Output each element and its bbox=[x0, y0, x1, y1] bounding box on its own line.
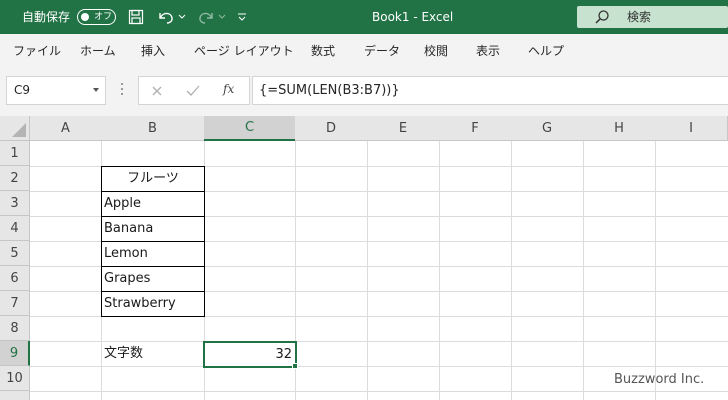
formula-text: {=SUM(LEN(B3:B7))} bbox=[259, 83, 400, 98]
row-header-2[interactable]: 2 bbox=[0, 166, 30, 191]
tab-formulas[interactable]: 数式 bbox=[311, 43, 335, 59]
gridline bbox=[30, 366, 728, 367]
search-placeholder: 検索 bbox=[627, 10, 652, 24]
gridline bbox=[655, 141, 656, 400]
cell-b9[interactable]: 文字数 bbox=[104, 341, 143, 366]
search-icon bbox=[594, 9, 610, 29]
chevron-down-icon[interactable] bbox=[93, 88, 99, 92]
column-header-h[interactable]: H bbox=[583, 116, 656, 141]
column-header-a[interactable]: A bbox=[30, 116, 102, 141]
row-header-8[interactable]: 8 bbox=[0, 316, 30, 341]
row-header-3[interactable]: 3 bbox=[0, 191, 30, 216]
column-header-d[interactable]: D bbox=[295, 116, 368, 141]
watermark: Buzzword Inc. bbox=[614, 372, 705, 387]
save-icon[interactable] bbox=[126, 7, 146, 27]
column-header-i[interactable]: I bbox=[655, 116, 728, 141]
autosave-toggle[interactable]: オフ bbox=[77, 9, 116, 25]
column-header-c[interactable]: C bbox=[204, 116, 296, 141]
row-header-7[interactable]: 7 bbox=[0, 291, 30, 316]
column-header-f[interactable]: F bbox=[439, 116, 512, 141]
row-header-9[interactable]: 9 bbox=[0, 341, 30, 366]
cell-b3[interactable]: Apple bbox=[101, 191, 205, 217]
formula-buttons: fx bbox=[138, 76, 250, 105]
cell-b7[interactable]: Strawberry bbox=[101, 291, 205, 317]
name-box-value: C9 bbox=[14, 83, 31, 97]
cell-b5[interactable]: Lemon bbox=[101, 241, 205, 267]
row-header-11[interactable] bbox=[0, 391, 30, 400]
row-header-4[interactable]: 4 bbox=[0, 216, 30, 241]
tab-help[interactable]: ヘルプ bbox=[528, 43, 564, 59]
column-header-e[interactable]: E bbox=[367, 116, 440, 141]
insert-function-icon[interactable]: fx bbox=[223, 82, 234, 96]
redo-dropdown-icon[interactable] bbox=[217, 7, 227, 27]
tab-insert[interactable]: 挿入 bbox=[141, 43, 165, 59]
column-header-g[interactable]: G bbox=[511, 116, 584, 141]
gridline bbox=[30, 391, 728, 392]
column-header-b[interactable]: B bbox=[101, 116, 205, 141]
cell-b4[interactable]: Banana bbox=[101, 216, 205, 242]
cell-b6[interactable]: Grapes bbox=[101, 266, 205, 292]
gridline bbox=[511, 141, 512, 400]
enter-check-icon[interactable] bbox=[185, 83, 201, 99]
redo-icon[interactable] bbox=[196, 7, 216, 27]
select-all-triangle-icon bbox=[12, 123, 26, 137]
title-bar: 自動保存 オフ Book1 - Excel 検索 bbox=[0, 0, 728, 34]
row-header-1[interactable]: 1 bbox=[0, 141, 30, 166]
vertical-dots-icon[interactable] bbox=[121, 83, 124, 97]
formula-bar: C9 fx {=SUM(LEN(B3:B7))} bbox=[0, 68, 728, 116]
tab-view[interactable]: 表示 bbox=[476, 43, 500, 59]
row-header-6[interactable]: 6 bbox=[0, 266, 30, 291]
ribbon-tabs: ファイル ホーム 挿入 ページ レイアウト 数式 データ 校閲 表示 ヘルプ bbox=[0, 34, 728, 68]
name-box[interactable]: C9 bbox=[6, 76, 106, 105]
select-all-corner[interactable] bbox=[0, 116, 30, 141]
document-title: Book1 - Excel bbox=[372, 10, 454, 24]
toggle-knob bbox=[81, 13, 89, 21]
autosave-label: 自動保存 bbox=[22, 10, 71, 24]
gridline bbox=[367, 141, 368, 400]
tab-home[interactable]: ホーム bbox=[80, 43, 116, 59]
cancel-icon[interactable] bbox=[149, 83, 165, 99]
gridline bbox=[583, 141, 584, 400]
customize-quick-access-icon[interactable] bbox=[236, 7, 248, 27]
autosave-toggle-state: オフ bbox=[94, 12, 113, 22]
undo-dropdown-icon[interactable] bbox=[177, 7, 187, 27]
row-header-5[interactable]: 5 bbox=[0, 241, 30, 266]
undo-icon[interactable] bbox=[156, 7, 176, 27]
fill-handle[interactable] bbox=[292, 363, 298, 369]
search-box[interactable]: 検索 bbox=[577, 6, 728, 28]
tab-data[interactable]: データ bbox=[364, 43, 400, 59]
tab-page-layout[interactable]: ページ レイアウト bbox=[194, 43, 294, 59]
tab-file[interactable]: ファイル bbox=[13, 43, 61, 59]
worksheet-grid[interactable]: A B C D E F G H I 1 2 3 4 5 6 7 8 9 10 フ… bbox=[0, 116, 728, 400]
tab-review[interactable]: 校閲 bbox=[424, 43, 448, 59]
cell-b2[interactable]: フルーツ bbox=[101, 166, 205, 192]
cell-c9-active[interactable]: 32 bbox=[203, 341, 297, 368]
gridline bbox=[439, 141, 440, 400]
row-header-10[interactable]: 10 bbox=[0, 366, 30, 391]
formula-input[interactable]: {=SUM(LEN(B3:B7))} bbox=[252, 76, 728, 105]
